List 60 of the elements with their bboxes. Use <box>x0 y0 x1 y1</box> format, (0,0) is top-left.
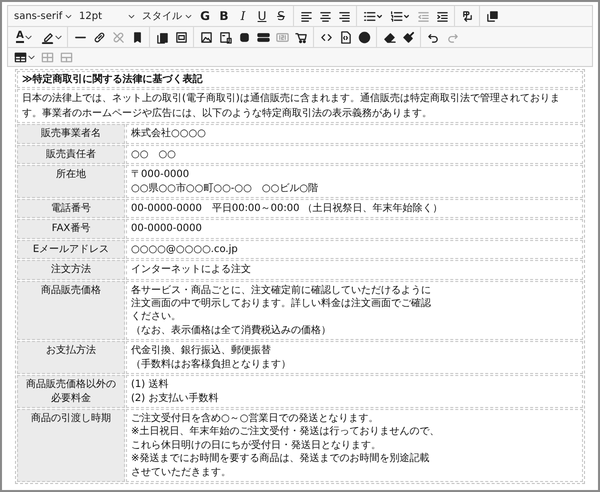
align-right-icon[interactable] <box>338 10 350 22</box>
label-cell: Eメールアドレス <box>17 240 125 260</box>
label-cell: 商品販売価格 <box>17 280 125 340</box>
source-file-icon[interactable] <box>338 30 352 44</box>
style-dropdown[interactable]: スタイル <box>139 7 195 25</box>
value-cell: ○○○○@○○○○.co.jp <box>126 240 583 260</box>
toggle-icon[interactable] <box>256 30 270 44</box>
text-color-button[interactable]: A <box>16 31 24 43</box>
caret-icon <box>65 14 72 18</box>
value-cell: インターネットによる注文 <box>126 260 583 280</box>
link-icon[interactable] <box>92 30 106 44</box>
image-icon[interactable] <box>200 30 212 44</box>
caret-icon <box>128 14 135 18</box>
format-button[interactable]: G <box>196 7 214 25</box>
image-document-icon[interactable] <box>218 30 232 44</box>
caret-icon[interactable] <box>28 54 34 60</box>
indent-icon[interactable] <box>436 10 448 22</box>
frame-icon[interactable] <box>174 30 188 44</box>
label-cell: FAX番号 <box>17 219 125 239</box>
font-dropdown[interactable]: sans-serif <box>11 7 75 25</box>
cart-icon[interactable] <box>294 30 308 44</box>
size-dropdown[interactable]: 12pt <box>76 7 138 25</box>
label-cell: お支払方法 <box>17 341 125 374</box>
value-cell: (1) 送料 (2) お支払い手数料 <box>126 375 583 408</box>
numbered-list-icon[interactable] <box>389 10 411 22</box>
format-button[interactable]: U <box>253 7 271 25</box>
value-cell: ○○ ○○ <box>126 144 583 164</box>
label-cell: 販売事業者名 <box>17 124 125 144</box>
caret-icon[interactable] <box>54 34 62 40</box>
align-left-icon[interactable] <box>300 10 312 22</box>
value-cell: 代金引換、銀行振込、郵便振替 （手数料はお客様負担となります） <box>126 341 583 374</box>
caret-icon[interactable] <box>24 34 32 40</box>
text-direction-icon[interactable] <box>460 10 474 22</box>
document-title: ≫特定商取引に関する法律に基づく表記 <box>17 71 583 88</box>
value-cell: 00-0000-0000 平日00:00～00:00 （土日祝祭日、年末年始除く） <box>126 199 583 218</box>
value-cell: 00-0000-0000 <box>126 219 583 239</box>
copy-icon[interactable] <box>486 10 498 22</box>
label-cell: 所在地 <box>17 165 125 198</box>
label-cell: 注文方法 <box>17 260 125 280</box>
format-button[interactable]: B <box>215 7 233 25</box>
label-cell: 商品の引渡し時期 <box>17 408 125 482</box>
table-icon[interactable] <box>14 50 26 64</box>
value-cell: 各サービス・商品ごとに、注文確定前に確認していただけるように 注文画面の中で明示しております。詳しい料金は注文画面でご確認 ください。 （なお、表示価格は全て消費税込みの価格） <box>126 280 583 340</box>
align-center-icon[interactable] <box>318 10 332 22</box>
value-cell: ご注文受付日を含め○～○営業日での発送となります。 ※土日祝日、年末年始のご注文受付・発送は行っておりませんので、 これら休日明けの日にちが受付日・発送日となります。 ※発送までにお時間を要する商品は、発送までのお時間を別途記載 させていただきます。 <box>126 408 583 482</box>
field-icon[interactable] <box>276 30 288 44</box>
label-cell: 商品販売価格以外の 必要料金 <box>17 375 125 408</box>
format-button[interactable]: I <box>234 7 252 25</box>
value-cell: 株式会社○○○○ <box>126 124 583 144</box>
paste-icon[interactable] <box>156 30 168 44</box>
intro-paragraph: 日本の法律上では、ネット上の取引(電子商取引)は通信販売に含まれます。通信販売は特定商取引法で管理されております。事業者のホームページや広告には、以下のような特定商取引法の表示義務があります。 <box>17 89 583 124</box>
format-button[interactable]: S <box>272 7 290 25</box>
caret-icon <box>185 14 192 18</box>
label-cell: 販売責任者 <box>17 144 125 164</box>
label-cell: 電話番号 <box>17 199 125 218</box>
bullet-list-icon[interactable] <box>362 10 384 22</box>
highlighter-icon[interactable] <box>40 30 54 44</box>
value-cell: 〒000-0000 ○○県○○市○○町○○-○○ ○○ビル○階 <box>126 165 583 198</box>
brush-icon[interactable] <box>402 30 414 44</box>
eraser-icon[interactable] <box>382 30 396 44</box>
